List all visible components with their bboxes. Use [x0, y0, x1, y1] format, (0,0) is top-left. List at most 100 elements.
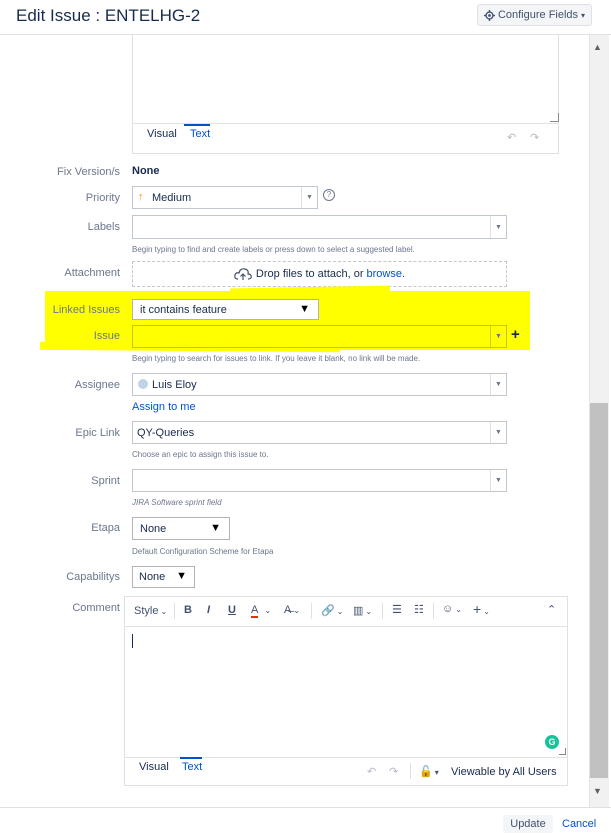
- linked-issues-label: Linked Issues: [52, 304, 120, 316]
- assignee-label: Assignee: [74, 379, 120, 391]
- chevron-down-icon: ▼: [490, 326, 506, 347]
- chevron-down-icon: ▼: [490, 470, 506, 491]
- chevron-down-icon: ⌄: [160, 607, 168, 616]
- issue-help: Begin typing to search for issues to lin…: [132, 354, 421, 363]
- chevron-down-icon: ⌄: [365, 607, 373, 616]
- description-text-area[interactable]: [133, 35, 558, 123]
- etapa-label: Etapa: [91, 522, 120, 534]
- issue-input[interactable]: ▼: [132, 325, 507, 348]
- epic-link-select[interactable]: QY-Queries ▼: [132, 421, 507, 444]
- etapa-select[interactable]: None ▼: [132, 517, 230, 540]
- bullet-list-icon[interactable]: ☰: [392, 603, 402, 616]
- capabilitys-label: Capabilitys: [66, 571, 120, 583]
- labels-input[interactable]: ▼: [132, 215, 507, 239]
- redo-icon[interactable]: ↷: [530, 131, 539, 144]
- dialog-title: Edit Issue : ENTELHG-2: [16, 6, 201, 25]
- resize-handle[interactable]: [559, 748, 566, 755]
- priority-label: Priority: [85, 192, 120, 204]
- chevron-down-icon: ▾: [434, 768, 439, 777]
- assignee-select[interactable]: Luis Eloy ▼: [132, 373, 507, 396]
- chevron-down-icon: ▼: [490, 422, 506, 443]
- attachment-drop-text: Drop files to attach, or: [255, 268, 364, 280]
- resize-handle[interactable]: [550, 113, 559, 122]
- fix-version-value: None: [132, 165, 160, 177]
- chevron-down-icon: ▼: [176, 570, 187, 582]
- tab-visual[interactable]: Visual: [139, 761, 169, 773]
- bold-button[interactable]: B: [184, 604, 192, 616]
- chevron-down-icon: ⌄: [455, 605, 462, 614]
- chevron-down-icon: ▾: [581, 10, 586, 20]
- sprint-select[interactable]: ▼: [132, 469, 507, 492]
- viewable-label[interactable]: Viewable by All Users: [451, 766, 557, 778]
- link-icon[interactable]: 🔗 ⌄: [321, 604, 343, 617]
- chevron-down-icon: ⌄: [264, 606, 272, 615]
- underline-button[interactable]: U: [228, 604, 236, 616]
- etapa-value: None: [140, 522, 167, 535]
- grammarly-icon[interactable]: G: [545, 735, 559, 749]
- collapse-icon[interactable]: ⌃: [547, 603, 556, 616]
- tab-text[interactable]: Text: [190, 128, 210, 140]
- chevron-down-icon: ⌄: [293, 606, 301, 615]
- avatar: [138, 379, 148, 389]
- undo-icon[interactable]: ↶: [507, 131, 516, 144]
- etapa-help: Default Configuration Scheme for Etapa: [132, 547, 274, 556]
- insert-icon[interactable]: + ⌄: [473, 601, 490, 617]
- redo-icon[interactable]: ↷: [389, 765, 398, 778]
- assignee-value: Luis Eloy: [152, 379, 197, 391]
- upload-cloud-icon: [234, 268, 252, 280]
- style-dropdown[interactable]: Style ⌄: [134, 605, 167, 617]
- text-color-button[interactable]: A ⌄: [251, 604, 272, 618]
- lock-icon[interactable]: 🔓 ▾: [419, 765, 439, 778]
- priority-arrow-icon: ↑: [138, 191, 144, 203]
- more-formatting-icon[interactable]: A̶ ⌄: [284, 604, 300, 616]
- tab-text-underline: [184, 124, 210, 126]
- scroll-up-icon[interactable]: ▲: [593, 42, 602, 52]
- attachment-label: Attachment: [64, 267, 120, 279]
- capabilitys-select[interactable]: None ▼: [132, 566, 195, 588]
- help-icon[interactable]: ?: [323, 189, 335, 201]
- text-color-label: A: [251, 604, 259, 618]
- linked-issues-select[interactable]: it contains feature ▼: [132, 299, 319, 320]
- epic-link-label: Epic Link: [75, 427, 120, 439]
- tab-text[interactable]: Text: [182, 761, 202, 773]
- gear-icon: [483, 9, 495, 21]
- tab-text-underline: [180, 757, 202, 759]
- tab-visual[interactable]: Visual: [147, 128, 177, 140]
- undo-icon[interactable]: ↶: [367, 765, 376, 778]
- sprint-help: JIRA Software sprint field: [132, 498, 222, 507]
- chevron-down-icon: ▼: [490, 216, 506, 238]
- issue-label: Issue: [93, 330, 120, 342]
- chevron-down-icon: ⌄: [483, 607, 490, 616]
- cancel-link[interactable]: Cancel: [562, 818, 596, 830]
- comment-label: Comment: [72, 602, 120, 614]
- scroll-down-icon[interactable]: ▼: [593, 786, 602, 796]
- chevron-down-icon: ▼: [301, 187, 317, 208]
- style-label: Style: [134, 605, 159, 617]
- add-link-button[interactable]: +: [511, 326, 520, 343]
- chevron-down-icon: ▼: [299, 303, 310, 315]
- browse-link[interactable]: browse.: [367, 268, 406, 280]
- priority-select[interactable]: ↑ Medium ▼: [132, 186, 318, 209]
- text-cursor: [132, 634, 133, 648]
- configure-fields-button[interactable]: Configure Fields ▾: [477, 4, 592, 26]
- toolbar-separator: [382, 603, 383, 619]
- fix-version-label: Fix Version/s: [57, 166, 120, 178]
- assign-to-me-link[interactable]: Assign to me: [132, 401, 196, 413]
- chevron-down-icon: ▼: [210, 522, 221, 534]
- attachment-icon[interactable]: ▥ ⌄: [353, 604, 372, 617]
- configure-fields-label: Configure Fields: [497, 9, 579, 21]
- labels-label: Labels: [87, 221, 120, 233]
- chevron-down-icon: ⌄: [336, 607, 344, 616]
- attachment-dropzone[interactable]: Drop files to attach, or browse.: [132, 261, 507, 287]
- update-button[interactable]: Update: [503, 815, 553, 833]
- capabilitys-value: None: [139, 571, 166, 583]
- priority-value: Medium: [152, 192, 192, 204]
- toolbar-separator: [433, 603, 434, 619]
- scrollbar-thumb[interactable]: [590, 403, 608, 778]
- sprint-label: Sprint: [91, 475, 120, 487]
- toolbar-separator: [311, 603, 312, 619]
- italic-button[interactable]: I: [207, 604, 210, 616]
- epic-link-value: QY-Queries: [137, 427, 195, 439]
- emoji-icon[interactable]: ☺ ⌄: [442, 603, 462, 615]
- numbered-list-icon[interactable]: ☷: [414, 603, 424, 616]
